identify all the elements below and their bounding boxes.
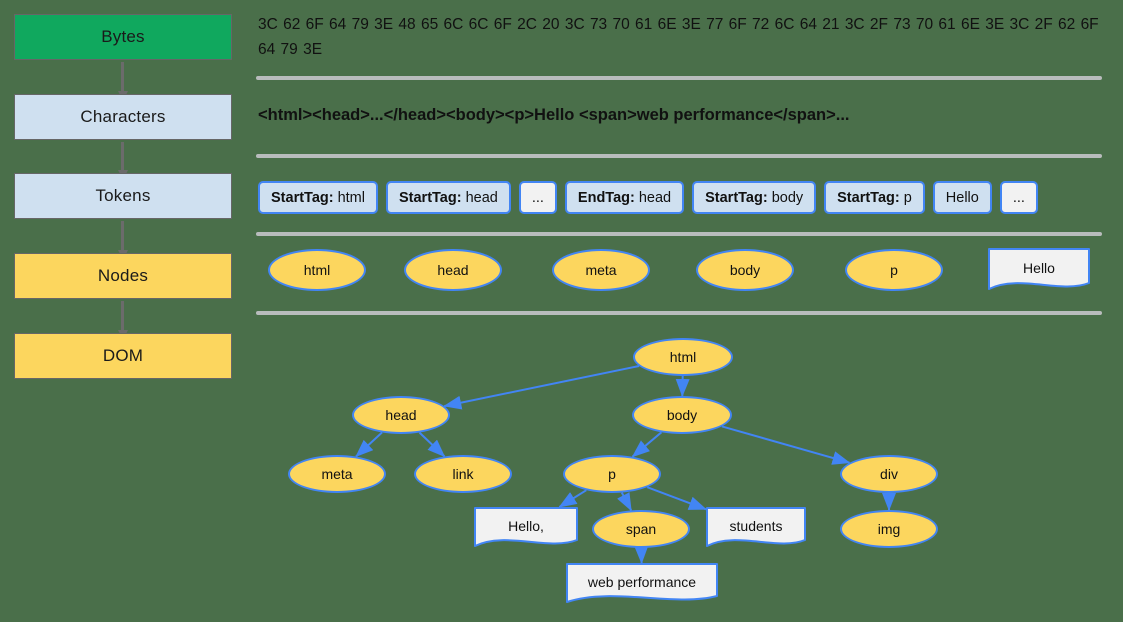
tree-node-text: students — [706, 507, 806, 549]
token-value: body — [771, 189, 804, 206]
pipeline-arrow-nodes-to-dom — [121, 301, 124, 331]
node-label: p — [890, 262, 898, 278]
pipeline-stage-label: Characters — [80, 107, 166, 126]
token-chip: StartTag: html — [258, 181, 378, 214]
tree-node-text: Hello, — [474, 507, 578, 549]
node-ellipse: body — [696, 249, 794, 291]
pipeline-stage-nodes: Nodes — [14, 253, 232, 299]
node-label: html — [303, 262, 331, 278]
separator-after-nodes — [256, 311, 1102, 315]
bytes-hex-text: 3C 62 6F 64 79 3E 48 65 6C 6C 6F 2C 20 3… — [258, 16, 1099, 58]
pipeline-stage-label: DOM — [102, 346, 144, 365]
pipeline-stage-dom: DOM — [14, 333, 232, 379]
tree-node-element: head — [352, 396, 450, 434]
tree-edge — [721, 425, 851, 465]
pipeline-arrow-characters-to-tokens — [121, 142, 124, 171]
node-ellipse: meta — [552, 249, 650, 291]
node-ellipse: p — [845, 249, 943, 291]
tree-node-label: html — [669, 349, 697, 365]
token-kind: StartTag: — [837, 189, 900, 206]
characters-markup-text: <html><head>...</head><body><p>Hello <sp… — [258, 106, 850, 124]
token-kind: StartTag: — [271, 189, 334, 206]
node-label: body — [729, 262, 761, 278]
token-value: ... — [531, 189, 544, 206]
separator-after-characters — [256, 154, 1102, 158]
token-chip: ... — [999, 181, 1038, 214]
tree-edge — [646, 486, 707, 511]
tree-node-label: body — [666, 407, 698, 423]
pipeline-stage-characters: Characters — [14, 94, 232, 140]
tree-node-label: span — [625, 521, 657, 537]
diagram-canvas: Bytes Characters Tokens Nodes DOM 3C 62 … — [0, 0, 1123, 622]
separator-after-tokens — [256, 232, 1102, 236]
pipeline-stage-label: Bytes — [101, 27, 145, 46]
token-kind: EndTag: — [577, 189, 635, 206]
token-chip: StartTag: p — [824, 181, 925, 214]
token-value: html — [337, 189, 365, 206]
node-ellipse: head — [404, 249, 502, 291]
tree-node-label: meta — [321, 466, 353, 482]
tree-node-element: img — [840, 510, 938, 548]
node-text-document: Hello — [988, 248, 1090, 292]
token-chip: ... — [518, 181, 557, 214]
tree-edge — [355, 431, 383, 458]
tree-edge — [443, 365, 640, 410]
token-value: ... — [1012, 189, 1025, 206]
token-value: head — [638, 189, 672, 206]
tree-node-label: head — [385, 407, 417, 423]
tree-edge — [617, 492, 633, 512]
token-chip: EndTag: head — [564, 181, 685, 214]
tree-edge — [558, 489, 587, 508]
tree-node-label: img — [877, 521, 901, 537]
token-value: head — [465, 189, 498, 206]
tree-node-element: body — [632, 396, 732, 434]
tree-node-element: html — [633, 338, 733, 376]
tree-edge — [418, 431, 446, 458]
pipeline-stage-label: Nodes — [97, 266, 149, 285]
token-chip: StartTag: body — [692, 181, 817, 214]
token-chip: Hello — [932, 181, 992, 214]
pipeline-stage-label: Tokens — [95, 186, 151, 205]
tree-node-element: span — [592, 510, 690, 548]
tree-node-element: p — [563, 455, 661, 493]
tree-node-label: p — [608, 466, 616, 482]
token-kind: StartTag: — [398, 189, 462, 206]
tree-node-label: Hello, — [508, 518, 544, 534]
node-label: head — [437, 262, 469, 278]
tree-edge — [631, 431, 663, 458]
tree-node-label: link — [452, 466, 474, 482]
separator-after-bytes — [256, 76, 1102, 80]
tree-node-element: link — [414, 455, 512, 493]
pipeline-stage-bytes: Bytes — [14, 14, 232, 60]
tree-node-label: div — [880, 466, 898, 482]
pipeline-stage-tokens: Tokens — [14, 173, 232, 219]
token-value: p — [903, 189, 912, 206]
token-kind: StartTag: — [705, 189, 768, 206]
pipeline-arrow-bytes-to-characters — [121, 62, 124, 92]
node-label: meta — [585, 262, 617, 278]
node-label: Hello — [1023, 260, 1055, 276]
tree-node-element: div — [840, 455, 938, 493]
token-value: Hello — [945, 189, 979, 206]
tree-node-label: students — [729, 518, 783, 534]
token-chip: StartTag: head — [385, 181, 511, 214]
node-ellipse: html — [268, 249, 366, 291]
tree-node-label: web performance — [587, 574, 697, 590]
tree-node-element: meta — [288, 455, 386, 493]
tokens-list: StartTag: html StartTag: head... EndTag: head… — [258, 181, 1046, 214]
tree-node-text: web performance — [566, 563, 718, 605]
pipeline-arrow-tokens-to-nodes — [121, 221, 124, 251]
